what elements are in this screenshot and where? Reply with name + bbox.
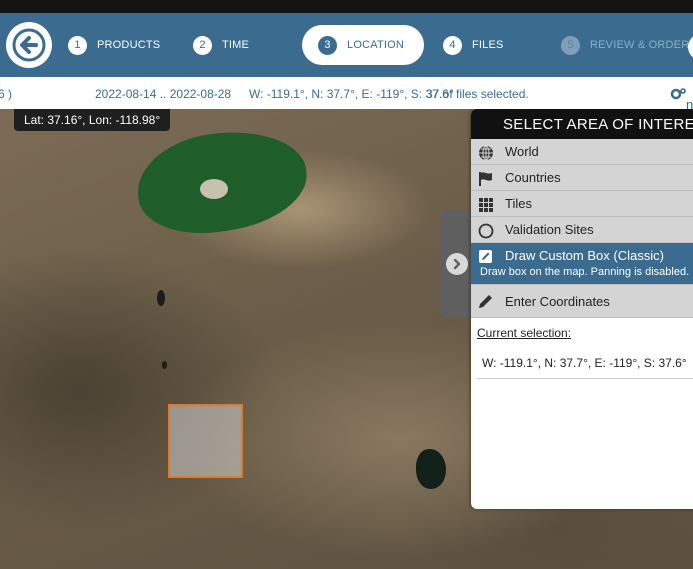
globe-icon bbox=[479, 145, 493, 161]
option-tiles[interactable]: Tiles bbox=[471, 191, 693, 217]
lake-dark bbox=[416, 449, 446, 489]
selection-box[interactable] bbox=[168, 404, 243, 478]
step-location[interactable]: 3 LOCATION bbox=[302, 25, 425, 65]
step-label: REVIEW & ORDER bbox=[590, 39, 690, 51]
option-world[interactable]: World bbox=[471, 139, 693, 165]
option-label: Enter Coordinates bbox=[505, 294, 610, 309]
panel-toggle-button[interactable] bbox=[440, 210, 474, 318]
map-dark-spot bbox=[162, 361, 167, 369]
summary-fragment: 6 ) bbox=[0, 87, 13, 101]
window-top-bar bbox=[0, 0, 693, 13]
grid-icon bbox=[479, 198, 493, 212]
option-label: World bbox=[505, 144, 539, 159]
option-label: Draw Custom Box (Classic) bbox=[505, 248, 664, 263]
date-range[interactable]: 2022-08-14 .. 2022-08-28 bbox=[95, 87, 231, 101]
option-countries[interactable]: Countries bbox=[471, 165, 693, 191]
wizard-step-bar: 1 PRODUCTS 2 TIME 3 LOCATION 4 FILES 5 R… bbox=[0, 13, 693, 77]
summary-bar: 6 ) 2022-08-14 .. 2022-08-28 W: -119.1°,… bbox=[0, 77, 693, 112]
flag-icon bbox=[479, 172, 492, 186]
step-number: 2 bbox=[193, 35, 212, 55]
option-description: Draw box on the map. Panning is disabled… bbox=[480, 266, 690, 278]
area-of-interest-panel: SELECT AREA OF INTEREST World Countries … bbox=[471, 109, 693, 509]
arrow-left-icon bbox=[12, 28, 46, 62]
edit-box-icon bbox=[479, 250, 492, 263]
divider bbox=[477, 378, 693, 379]
option-label: Tiles bbox=[505, 196, 532, 211]
step-label: FILES bbox=[472, 39, 504, 51]
option-validation-sites[interactable]: Validation Sites bbox=[471, 217, 693, 243]
pencil-icon bbox=[479, 295, 492, 308]
files-selected[interactable]: 37 of files selected. bbox=[426, 87, 529, 101]
option-draw-custom-box[interactable]: Draw Custom Box (Classic) Draw box on th… bbox=[471, 243, 693, 285]
chevron-right-icon bbox=[446, 253, 468, 275]
step-review-order[interactable]: 5 REVIEW & ORDER bbox=[561, 25, 689, 65]
option-enter-coordinates[interactable]: Enter Coordinates bbox=[471, 285, 693, 318]
current-selection-label: Current selection: bbox=[477, 326, 572, 340]
map-dark-spot bbox=[157, 290, 165, 306]
circle-icon bbox=[478, 223, 494, 239]
cursor-coordinates: Lat: 37.16°, Lon: -118.98° bbox=[14, 109, 171, 131]
step-number: 4 bbox=[443, 35, 462, 55]
step-number: 5 bbox=[561, 35, 580, 55]
current-selection-value: W: -119.1°, N: 37.7°, E: -119°, S: 37.6° bbox=[482, 356, 687, 370]
map-view[interactable]: Lat: 37.16°, Lon: -118.98° SELECT AREA O… bbox=[0, 109, 693, 569]
option-label: Validation Sites bbox=[505, 222, 594, 237]
step-label: PRODUCTS bbox=[97, 39, 161, 51]
panel-title: SELECT AREA OF INTEREST bbox=[471, 109, 693, 139]
step-label: TIME bbox=[222, 39, 250, 51]
step-products[interactable]: 1 PRODUCTS bbox=[68, 25, 160, 65]
step-label: LOCATION bbox=[347, 39, 405, 51]
step-number: 3 bbox=[318, 35, 337, 55]
step-number: 1 bbox=[68, 35, 87, 55]
bbox-summary[interactable]: W: -119.1°, N: 37.7°, E: -119°, S: 37.6° bbox=[249, 87, 454, 101]
back-button[interactable] bbox=[6, 22, 52, 68]
settings-link[interactable]: n bbox=[670, 87, 693, 112]
gears-icon bbox=[670, 88, 686, 100]
lake-island bbox=[200, 179, 228, 199]
step-files[interactable]: 4 FILES bbox=[443, 25, 504, 65]
option-label: Countries bbox=[505, 170, 561, 185]
step-time[interactable]: 2 TIME bbox=[193, 25, 249, 65]
